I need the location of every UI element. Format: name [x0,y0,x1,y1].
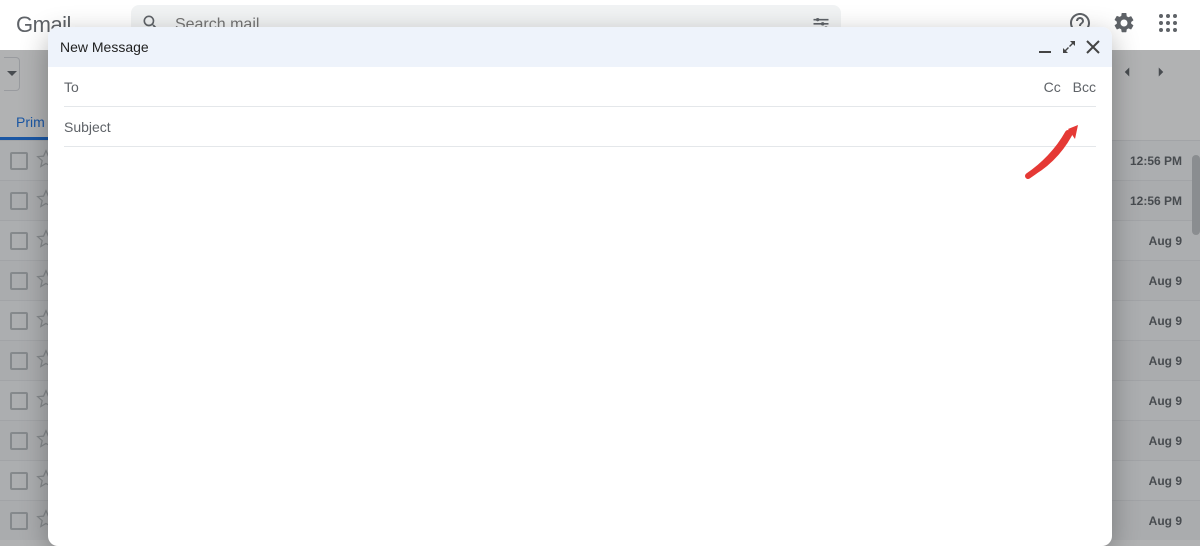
row-time: Aug 9 [1149,394,1182,408]
row-time: Aug 9 [1149,234,1182,248]
minimize-button[interactable] [1038,40,1052,54]
row-time: Aug 9 [1149,274,1182,288]
cc-button[interactable]: Cc [1044,79,1061,95]
compose-header[interactable]: New Message [48,27,1112,67]
row-time: Aug 9 [1149,514,1182,528]
compose-title: New Message [60,39,1028,55]
row-checkbox[interactable] [10,152,28,170]
row-checkbox[interactable] [10,272,28,290]
row-time: Aug 9 [1149,314,1182,328]
pager [1110,63,1178,86]
row-checkbox[interactable] [10,392,28,410]
subject-input[interactable] [64,119,1096,135]
row-time: 12:56 PM [1130,154,1182,168]
compose-window: New Message To Cc Bcc [48,27,1112,546]
apps-icon[interactable] [1146,11,1190,40]
close-button[interactable] [1086,40,1100,54]
select-dropdown[interactable] [4,57,20,91]
prev-page-icon[interactable] [1110,63,1144,86]
row-time: Aug 9 [1149,474,1182,488]
bcc-button[interactable]: Bcc [1073,79,1096,95]
subject-field-row[interactable] [64,107,1096,147]
row-checkbox[interactable] [10,432,28,450]
to-label: To [64,79,79,95]
row-checkbox[interactable] [10,352,28,370]
row-checkbox[interactable] [10,192,28,210]
to-field-row[interactable]: To Cc Bcc [64,67,1096,107]
row-checkbox[interactable] [10,472,28,490]
row-time: Aug 9 [1149,434,1182,448]
row-checkbox[interactable] [10,312,28,330]
to-input[interactable] [89,79,1036,95]
scrollbar[interactable] [1192,155,1200,235]
next-page-icon[interactable] [1144,63,1178,86]
row-checkbox[interactable] [10,232,28,250]
fullscreen-toggle-button[interactable] [1062,40,1076,54]
row-checkbox[interactable] [10,512,28,530]
row-time: 12:56 PM [1130,194,1182,208]
row-time: Aug 9 [1149,354,1182,368]
